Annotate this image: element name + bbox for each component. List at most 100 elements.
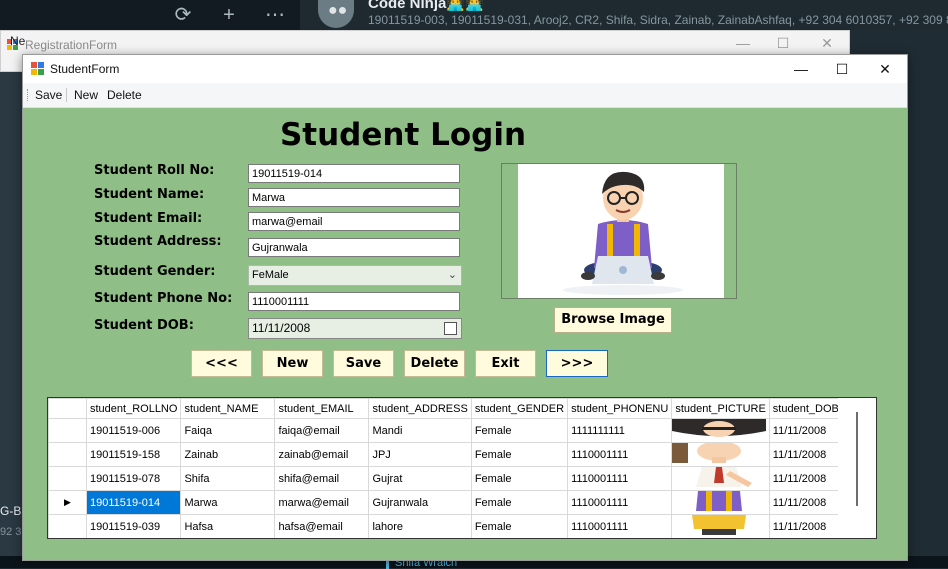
picture-cell[interactable]: × xyxy=(672,539,769,540)
students-data-grid[interactable]: student_ROLLNO student_NAME student_EMAI… xyxy=(47,397,877,539)
column-header[interactable]: student_PICTURE xyxy=(671,398,770,419)
student-picture-box xyxy=(501,163,737,299)
empty-cell[interactable] xyxy=(471,539,567,540)
column-header[interactable]: student_NAME xyxy=(180,398,276,419)
address-field[interactable]: Gujranwala xyxy=(248,238,460,257)
table-row[interactable]: 19011519-158 Zainab zainab@email JPJ Fem… xyxy=(48,442,864,467)
email-cell[interactable]: hafsa@email xyxy=(274,514,370,538)
rollno-cell[interactable]: 19011519-014 xyxy=(85,490,182,515)
menu-save[interactable]: Save xyxy=(35,88,62,102)
scrollbar-thumb[interactable] xyxy=(856,412,858,506)
empty-cell[interactable] xyxy=(181,539,275,540)
phone-cell[interactable]: 1111111111 xyxy=(567,418,673,443)
gender-dropdown[interactable]: FeMale ⌄ xyxy=(248,265,462,286)
gender-cell[interactable]: Female xyxy=(470,442,569,467)
save-button[interactable]: Save xyxy=(333,350,394,377)
close-button[interactable]: ✕ xyxy=(863,57,907,81)
phone-cell[interactable]: 1110001111 xyxy=(567,442,673,467)
picture-cell[interactable] xyxy=(671,514,770,538)
address-cell[interactable]: lahore xyxy=(368,514,472,538)
rollno-cell[interactable]: 19011519-078 xyxy=(85,466,182,491)
rollno-cell[interactable]: 19011519-006 xyxy=(85,418,182,443)
picture-cell[interactable] xyxy=(671,490,770,515)
address-cell[interactable]: Mandi xyxy=(368,418,472,443)
gender-cell[interactable]: Female xyxy=(470,418,569,443)
gender-cell[interactable]: Female xyxy=(470,466,569,491)
delete-button[interactable]: Delete xyxy=(404,350,465,377)
previous-record-button[interactable]: <<< xyxy=(191,350,252,377)
student-form-window[interactable]: StudentForm — ☐ ✕ Save New Delete Studen… xyxy=(22,54,908,561)
chevron-down-icon[interactable]: ⌄ xyxy=(448,266,457,285)
email-field[interactable]: marwa@email xyxy=(248,212,460,231)
picture-cell[interactable] xyxy=(671,418,770,443)
grid-vertical-scrollbar[interactable] xyxy=(838,398,876,538)
empty-cell[interactable] xyxy=(769,539,863,540)
menu-new[interactable]: New xyxy=(74,88,98,102)
current-row-indicator[interactable]: ▶ xyxy=(48,490,87,515)
email-cell[interactable]: zainab@email xyxy=(274,442,370,467)
minimize-button[interactable]: — xyxy=(779,57,823,81)
exit-button[interactable]: Exit xyxy=(475,350,536,377)
next-record-button[interactable]: >>> xyxy=(546,350,608,377)
table-row[interactable]: 19011519-078 Shifa shifa@email Gujrat Fe… xyxy=(48,466,864,491)
phone-cell[interactable]: 1110001111 xyxy=(567,514,673,538)
more-icon[interactable]: ⋯ xyxy=(252,2,298,27)
menu-delete[interactable]: Delete xyxy=(107,88,142,102)
name-cell[interactable]: Marwa xyxy=(180,490,276,515)
gender-cell[interactable]: Female xyxy=(470,490,569,515)
window-titlebar[interactable]: StudentForm — ☐ ✕ xyxy=(23,55,907,83)
address-cell[interactable]: Gujranwala xyxy=(368,490,472,515)
name-cell[interactable]: Zainab xyxy=(180,442,276,467)
row-indicator[interactable] xyxy=(48,514,87,538)
table-row[interactable]: 19011519-006 Faiqa faiqa@email Mandi Fem… xyxy=(48,418,864,443)
phone-label: Student Phone No: xyxy=(94,291,233,306)
plus-icon[interactable]: + xyxy=(206,4,252,27)
grid-corner-cell[interactable] xyxy=(48,398,87,419)
browse-image-button[interactable]: Browse Image xyxy=(554,307,672,333)
registration-menu-item[interactable]: Ne xyxy=(10,34,25,48)
phone-cell[interactable]: 1110001111 xyxy=(567,490,673,515)
phone-field[interactable]: 1110001111 xyxy=(248,292,460,311)
name-field[interactable]: Marwa xyxy=(248,188,460,207)
form-app-icon xyxy=(31,62,44,75)
row-indicator[interactable] xyxy=(48,442,87,467)
name-cell[interactable]: Faiqa xyxy=(180,418,276,443)
new-button[interactable]: New xyxy=(262,350,323,377)
email-cell[interactable]: faiqa@email xyxy=(274,418,370,443)
phone-cell[interactable]: 1110001111 xyxy=(567,466,673,491)
table-row[interactable]: 19011519-039 Hafsa hafsa@email lahore Fe… xyxy=(48,514,864,538)
empty-cell[interactable] xyxy=(568,539,672,540)
picture-cell[interactable] xyxy=(671,442,770,467)
empty-cell[interactable] xyxy=(87,539,181,540)
column-header[interactable]: student_EMAIL xyxy=(274,398,370,419)
dob-date-picker[interactable]: 11/11/2008 xyxy=(248,318,462,339)
reg-maximize-button[interactable]: ☐ xyxy=(763,35,803,52)
address-cell[interactable]: JPJ xyxy=(368,442,472,467)
new-row[interactable]: * × xyxy=(49,539,864,540)
picture-cell[interactable] xyxy=(671,466,770,491)
row-indicator[interactable] xyxy=(48,466,87,491)
email-cell[interactable]: shifa@email xyxy=(274,466,370,491)
rollno-cell[interactable]: 19011519-039 xyxy=(85,514,182,538)
new-row-indicator[interactable]: * xyxy=(49,539,87,540)
reg-minimize-button[interactable]: — xyxy=(723,35,763,51)
address-cell[interactable]: Gujrat xyxy=(368,466,472,491)
gender-cell[interactable]: Female xyxy=(470,514,569,538)
empty-cell[interactable] xyxy=(369,539,471,540)
name-cell[interactable]: Hafsa xyxy=(180,514,276,538)
row-indicator[interactable] xyxy=(48,418,87,443)
empty-cell[interactable] xyxy=(275,539,369,540)
calendar-icon[interactable] xyxy=(444,322,457,335)
roll-no-field[interactable]: 19011519-014 xyxy=(248,164,460,183)
table-row-selected[interactable]: ▶ 19011519-014 Marwa marwa@email Gujranw… xyxy=(48,490,864,515)
column-header[interactable]: student_ROLLNO xyxy=(85,398,182,419)
column-header[interactable]: student_ADDRESS xyxy=(368,398,472,419)
email-cell[interactable]: marwa@email xyxy=(274,490,370,515)
reg-close-button[interactable]: ✕ xyxy=(807,35,847,52)
refresh-icon[interactable]: ⟳ xyxy=(160,2,206,27)
column-header[interactable]: student_GENDER xyxy=(470,398,569,419)
column-header[interactable]: student_PHONENU xyxy=(567,398,673,419)
rollno-cell[interactable]: 19011519-158 xyxy=(85,442,182,467)
name-cell[interactable]: Shifa xyxy=(180,466,276,491)
maximize-button[interactable]: ☐ xyxy=(820,57,864,81)
